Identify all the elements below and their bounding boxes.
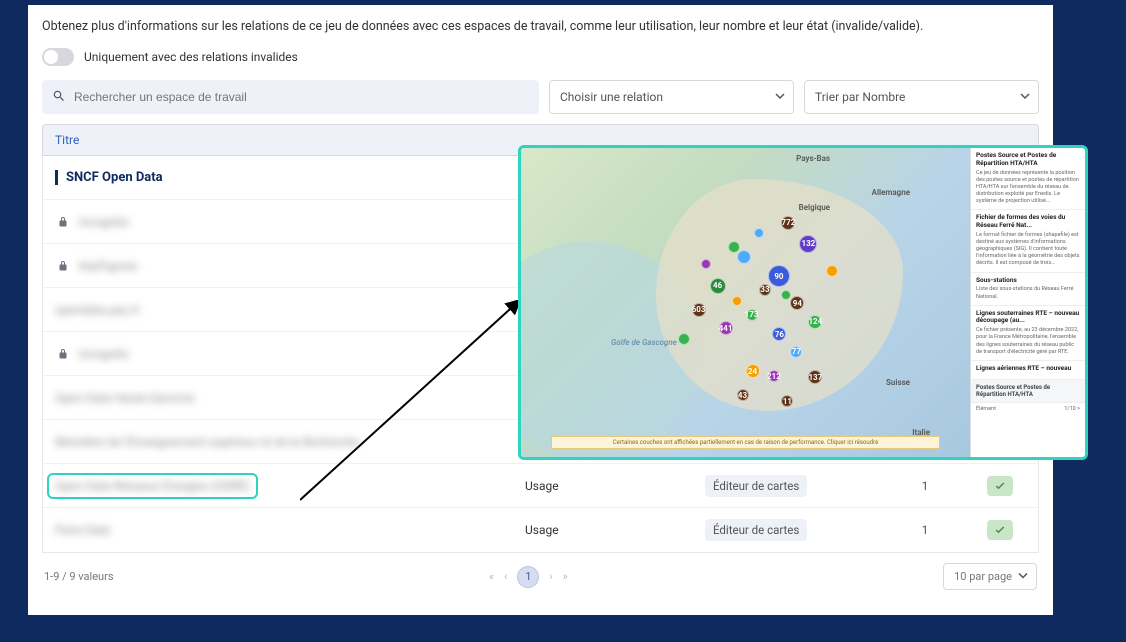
map-cluster[interactable]: 90 [768, 265, 790, 287]
sidebar-section[interactable]: Lignes aériennes RTE – nouveau [971, 361, 1085, 380]
map-cluster[interactable]: 441 [719, 321, 733, 335]
row-title: SNCF Open Data [55, 170, 163, 185]
search-box[interactable] [42, 80, 539, 114]
usage-cell: Usage [525, 523, 705, 537]
row-title: Incognito [79, 215, 129, 229]
map-cluster[interactable] [732, 296, 742, 306]
usage-cell: Usage [525, 479, 705, 493]
map-cluster[interactable]: 132 [799, 235, 817, 253]
sidebar-section-text: Ce jeu de données représente la position… [976, 170, 1080, 206]
map-cluster[interactable]: 43 [737, 389, 749, 401]
map-cluster[interactable] [737, 250, 751, 264]
map-cluster[interactable] [728, 241, 740, 253]
map-cluster[interactable]: 33 [759, 284, 771, 296]
sidebar-section-text: Ce fichier présente, au 23 décembre 2022… [976, 327, 1080, 356]
prev-page-button[interactable]: ‹ [504, 570, 507, 583]
map-cluster[interactable]: 173 [746, 309, 758, 321]
search-input[interactable] [66, 90, 529, 104]
lock-icon [55, 346, 71, 362]
row-title: Open Data Réseaux Énergies (ODRÉ) [55, 479, 250, 493]
current-page[interactable]: 1 [517, 566, 539, 588]
map-cluster[interactable]: 94 [790, 296, 804, 310]
check-icon [987, 520, 1013, 540]
relation-select[interactable]: Choisir une relation [549, 80, 794, 114]
row-title: opendata.pau.fr [55, 303, 140, 317]
status-cell [975, 520, 1025, 540]
col-title[interactable]: Titre [55, 133, 79, 147]
toggle-label: Uniquement avec des relations invalides [84, 50, 298, 64]
sidebar-section-text: Le format fichier de formes (shapefile) … [976, 232, 1080, 268]
map-cluster[interactable]: 124 [808, 315, 822, 329]
row-title: Ministère de l'Enseignement supérieur et… [55, 435, 359, 449]
table-row[interactable]: Open Data Réseaux Énergies (ODRÉ) UsageÉd… [43, 464, 1038, 508]
footer-counter: 1-9 / 9 valeurs [44, 570, 114, 583]
intro-text: Obtenez plus d'informations sur les rela… [42, 19, 1039, 34]
chevron-down-icon [775, 90, 785, 104]
map-warning[interactable]: Certaines couches ont affichées partiell… [551, 436, 940, 449]
map-canvas[interactable]: Pays-Bas Allemagne Belgique Suisse Itali… [521, 148, 970, 457]
count-cell: 1 [875, 479, 975, 493]
check-icon [987, 476, 1013, 496]
editor-cell: Éditeur de cartes [705, 475, 875, 497]
editor-cell: Éditeur de cartes [705, 519, 875, 541]
map-cluster[interactable]: 603 [692, 303, 706, 317]
sidebar-footer: Élément 1/10 > [971, 403, 1085, 415]
row-title: KeyFigures [79, 259, 138, 273]
map-clusters: 90 132 46 603 441 173 76 94 124 24 212 43 11 137 772 77… [521, 148, 970, 457]
sidebar-footer-title: Postes Source et Postes de Répartition H… [976, 384, 1080, 398]
lock-icon [55, 258, 71, 274]
map-cluster[interactable] [754, 228, 764, 238]
map-cluster[interactable]: 772 [781, 216, 795, 230]
table-row[interactable]: Paris Data UsageÉditeur de cartes1 [43, 508, 1038, 552]
map-cluster[interactable]: 137 [808, 370, 822, 384]
controls-row: Choisir une relation Trier par Nombre [42, 80, 1039, 114]
sidebar-section[interactable]: Postes Source et Postes de Répartition H… [971, 148, 1085, 210]
map-cluster[interactable]: 77 [790, 346, 802, 358]
sidebar-section-title: Lignes aériennes RTE – nouveau [976, 365, 1080, 373]
map-sidebar: Postes Source et Postes de Répartition H… [970, 148, 1085, 457]
sidebar-section[interactable]: Lignes souterraines RTE – nouveau découp… [971, 306, 1085, 361]
first-page-button[interactable]: « [489, 570, 494, 583]
invalid-only-toggle[interactable] [42, 48, 74, 66]
chevron-down-icon [1018, 570, 1028, 583]
sidebar-section[interactable]: Fichier de formes des voies du Réseau Fe… [971, 210, 1085, 272]
map-cluster[interactable]: 11 [781, 395, 793, 407]
sidebar-section-title: Postes Source et Postes de Répartition H… [976, 152, 1080, 168]
sidebar-section[interactable]: Sous-stationsListe des sous-stations du … [971, 273, 1085, 306]
map-cluster[interactable]: 46 [710, 278, 726, 294]
chevron-down-icon [1020, 90, 1030, 104]
map-cluster[interactable]: 24 [746, 364, 760, 378]
footer-row: 1-9 / 9 valeurs « ‹ 1 › » 10 par page [42, 553, 1039, 590]
toggle-row: Uniquement avec des relations invalides [42, 48, 1039, 66]
sidebar-section-title: Sous-stations [976, 277, 1080, 285]
next-page-button[interactable]: › [549, 570, 552, 583]
pagination: « ‹ 1 › » [489, 566, 568, 588]
map-cluster[interactable] [826, 265, 838, 277]
lock-icon [55, 214, 71, 230]
status-cell [975, 476, 1025, 496]
per-page-select[interactable]: 10 par page [943, 563, 1037, 590]
map-cluster[interactable]: 212 [768, 370, 780, 382]
search-icon [52, 88, 66, 107]
map-preview-overlay: Pays-Bas Allemagne Belgique Suisse Itali… [518, 145, 1088, 460]
map-cluster[interactable] [701, 259, 711, 269]
row-title: Incognito [79, 347, 129, 361]
sidebar-section-title: Lignes souterraines RTE – nouveau découp… [976, 310, 1080, 326]
row-title: Paris Data [55, 523, 110, 537]
sidebar-section-text: Liste des sous-stations du Réseau Ferré … [976, 286, 1080, 300]
map-cluster[interactable]: 76 [772, 327, 786, 341]
sidebar-section-title: Fichier de formes des voies du Réseau Fe… [976, 214, 1080, 230]
map-cluster[interactable] [678, 333, 690, 345]
count-cell: 1 [875, 523, 975, 537]
sort-select[interactable]: Trier par Nombre [804, 80, 1039, 114]
last-page-button[interactable]: » [563, 570, 568, 583]
row-title: Open Data Haute-Garonne [55, 391, 194, 405]
